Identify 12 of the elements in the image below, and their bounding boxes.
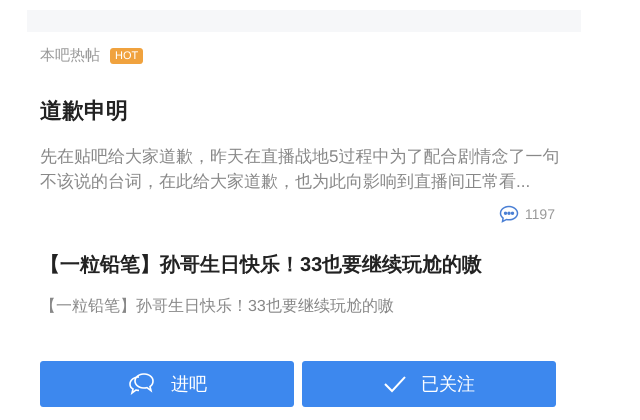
followed-button[interactable]: 已关注: [302, 361, 556, 407]
post-excerpt: 【一粒铅笔】孙哥生日快乐！33也要继续玩尬的嗷: [40, 296, 395, 316]
post-title[interactable]: 【一粒铅笔】孙哥生日快乐！33也要继续玩尬的嗷: [40, 250, 555, 278]
hot-badge: HOT: [110, 48, 144, 64]
post-excerpt: 先在贴吧给大家道歉，昨天在直播战地5过程中为了配合剧情念了一句不该说的台词，在此给大家道歉，也为此向影响到直播间正常看...: [40, 146, 560, 192]
comment-count: 1197: [524, 204, 555, 224]
check-icon: [383, 374, 407, 394]
chat-bubbles-icon: [127, 372, 157, 396]
section-title: 本吧热帖: [40, 46, 100, 66]
post-title[interactable]: 道歉申明: [40, 96, 555, 126]
enter-button[interactable]: 进吧: [40, 361, 294, 407]
comment-icon: [498, 205, 519, 223]
